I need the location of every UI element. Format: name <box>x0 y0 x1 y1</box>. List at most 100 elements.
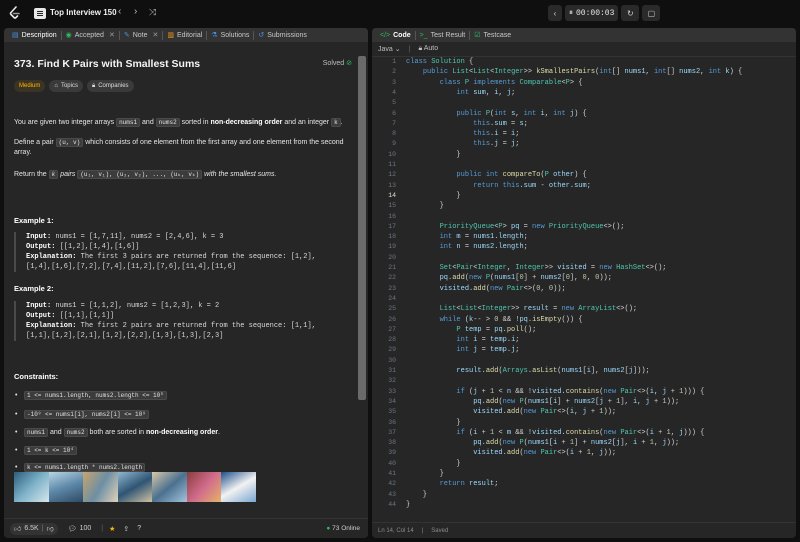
like-button[interactable]: 👍︎ 6.5K | 👎︎ <box>10 522 58 535</box>
shuffle-icon[interactable]: ⤨ <box>149 7 156 18</box>
tab-description[interactable]: ▤ Description <box>8 28 61 42</box>
share-icon[interactable]: ⇪ <box>123 525 129 533</box>
bold-text: non-decreasing order <box>145 429 218 436</box>
star-icon[interactable]: ★ <box>109 525 115 533</box>
code-line[interactable]: class P implements Comparable<P> { <box>406 79 583 87</box>
code-line[interactable]: while (k-- > 0 && !pq.isEmpty()) { <box>406 316 583 324</box>
code-line[interactable]: } <box>406 491 427 499</box>
code-line[interactable]: } <box>406 460 460 468</box>
companies-badge[interactable]: 🔒︎ Companies <box>86 80 134 92</box>
code-line[interactable]: } <box>406 419 460 427</box>
ad-image <box>83 472 118 502</box>
leetcode-logo-icon[interactable] <box>8 6 22 20</box>
code-line[interactable]: int j = temp.j; <box>406 346 519 354</box>
tab-accepted[interactable]: ◉ Accepted ✕ <box>62 28 119 42</box>
timer-collapse-icon[interactable]: ‹ <box>548 5 562 21</box>
advertisement-banner[interactable] <box>14 472 257 502</box>
code-line[interactable]: int i = temp.i; <box>406 336 519 344</box>
ad-image <box>221 472 257 502</box>
text: sorted in <box>179 119 211 126</box>
editor-toolbar: Java ⌄ | 🔒︎ Auto <box>372 42 796 57</box>
code-line[interactable]: return result; <box>406 480 499 488</box>
inline-code: nums2 <box>63 428 88 437</box>
tab-testcase[interactable]: ☑ Testcase <box>470 28 515 42</box>
value: nums1 = [1,1,2], nums2 = [1,2,3], k = 2 <box>51 302 220 310</box>
reset-timer-icon[interactable]: ↻ <box>621 5 640 21</box>
code-line[interactable]: int sum, i, j; <box>406 89 515 97</box>
code-line[interactable]: if (j + 1 < n && !visited.contains(new P… <box>406 388 704 396</box>
scrollbar-thumb[interactable] <box>358 56 366 400</box>
tab-test-result[interactable]: >_ Test Result <box>416 28 470 42</box>
code-line[interactable]: pq.add(new P(nums1[0] + nums2[0], 0, 0))… <box>406 274 612 282</box>
code-line[interactable]: return this.sum - other.sum; <box>406 182 591 190</box>
tab-editorial[interactable]: ▥ Editorial <box>163 28 206 42</box>
description-panel: ▤ Description ◉ Accepted ✕ ✎ Note ✕ ▥ Ed… <box>4 28 368 538</box>
tab-solutions[interactable]: ⚗ Solutions <box>207 28 253 42</box>
code-line[interactable]: } <box>406 470 444 478</box>
code-line[interactable]: this.i = i; <box>406 130 519 138</box>
line-number: 30 <box>388 356 396 364</box>
code-line[interactable]: } <box>406 151 460 159</box>
code-line[interactable]: public int compareTo(P other) { <box>406 171 586 179</box>
code-line[interactable]: } <box>406 192 460 200</box>
timer-display[interactable]: ⏸ 00:00:03 <box>565 5 619 21</box>
line-number: 40 <box>388 459 396 467</box>
close-icon[interactable]: ✕ <box>109 31 115 39</box>
code-line[interactable]: PriorityQueue<P> pq = new PriorityQueue<… <box>406 223 625 231</box>
topics-badge[interactable]: ⌂ Topics <box>49 80 83 92</box>
line-number: 21 <box>388 264 396 271</box>
code-line[interactable]: if (i + 1 < m && !visited.contains(new P… <box>406 429 704 437</box>
code-line[interactable]: this.j = j; <box>406 140 519 148</box>
code-line[interactable]: List<List<Integer>> result = new ArrayLi… <box>406 305 638 313</box>
thumbs-down-icon[interactable]: 👎︎ <box>47 524 54 533</box>
code-line[interactable]: class Solution { <box>406 58 473 66</box>
tab-code[interactable]: </> Code <box>376 28 415 42</box>
line-number: 9 <box>392 140 396 148</box>
code-line[interactable]: visited.add(new Pair<>(i + 1, j)); <box>406 449 616 457</box>
study-plan-title[interactable]: Top Interview 150 <box>50 8 117 17</box>
code-line[interactable]: this.sum = s; <box>406 120 528 128</box>
problem-title[interactable]: 373. Find K Pairs with Smallest Sums <box>14 58 200 70</box>
top-bar: Top Interview 150 ‹ › ⤨ ‹ ⏸ 00:00:03 ↻ ▢ <box>0 0 800 26</box>
code-line[interactable]: public P(int s, int i, int j) { <box>406 110 586 118</box>
code-line[interactable]: P temp = pq.poll(); <box>406 326 536 334</box>
help-icon[interactable]: ? <box>137 525 141 532</box>
language-select[interactable]: Java ⌄ <box>378 45 401 53</box>
tab-label: Note <box>132 31 148 39</box>
code-line[interactable]: pq.add(new P(nums1[i + 1] + nums2[j], i … <box>406 439 679 447</box>
code-editor[interactable]: 1 class Solution {2 public List<List<Inte… <box>372 58 796 522</box>
solutions-icon: ⚗ <box>211 32 218 39</box>
auto-mode-toggle[interactable]: 🔒︎ Auto <box>418 45 438 53</box>
prev-problem-icon[interactable]: ‹ <box>118 6 121 17</box>
next-problem-icon[interactable]: › <box>134 6 137 17</box>
problem-list-icon[interactable] <box>34 8 46 19</box>
code-line[interactable]: Set<Pair<Integer, Integer>> visited = ne… <box>406 264 667 272</box>
code-line[interactable]: int m = nums1.length; <box>406 233 528 241</box>
description-paragraph: Return the k pairs (u₁, v₁), (u₂, v₂), .… <box>14 170 344 180</box>
notes-icon[interactable]: ▢ <box>642 5 661 21</box>
tab-submissions[interactable]: ↺ Submissions <box>254 28 311 42</box>
code-line[interactable]: int n = nums2.length; <box>406 243 528 251</box>
line-number: 2 <box>392 68 396 76</box>
tab-note[interactable]: ✎ Note ✕ <box>120 28 163 42</box>
description-scrollbar[interactable] <box>356 42 368 522</box>
code-line[interactable]: visited.add(new Pair<>(0, 0)); <box>406 285 566 293</box>
left-tab-bar: ▤ Description ◉ Accepted ✕ ✎ Note ✕ ▥ Ed… <box>4 28 368 42</box>
line-number: 4 <box>392 88 396 96</box>
save-status: Saved <box>431 527 449 534</box>
code-line[interactable]: } <box>406 501 410 509</box>
code-line[interactable]: } <box>406 202 444 210</box>
code-line[interactable]: public List<List<Integer>> kSmallestPair… <box>406 68 742 76</box>
code-line[interactable]: result.add(Arrays.asList(nums1[i], nums2… <box>406 367 649 375</box>
like-count: 6.5K <box>24 525 39 532</box>
example-input-line: Input: nums1 = [1,1,2], nums2 = [1,2,3],… <box>26 301 346 311</box>
submissions-icon: ↺ <box>258 32 265 39</box>
code-line[interactable]: visited.add(new Pair<>(i, j + 1)); <box>406 408 616 416</box>
close-icon[interactable]: ✕ <box>152 31 158 39</box>
line-number: 6 <box>392 109 396 117</box>
line-number: 3 <box>392 78 396 86</box>
comments-button[interactable]: 💬︎ 100 <box>64 523 96 535</box>
description-paragraph: You are given two integer arrays nums1 a… <box>14 118 344 128</box>
text: You are given two integer arrays <box>14 119 117 126</box>
code-line[interactable]: pq.add(new P(nums1[i] + nums2[j + 1], i,… <box>406 398 679 406</box>
